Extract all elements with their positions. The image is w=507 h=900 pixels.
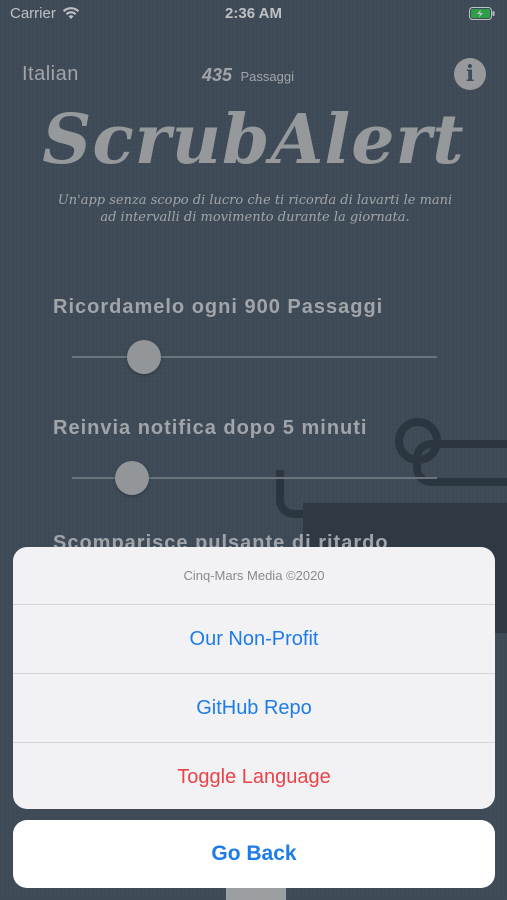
action-sheet: Cinq-Mars Media ©2020 Our Non-Profit Git… xyxy=(13,547,495,809)
toggle-language-button[interactable]: Toggle Language xyxy=(13,743,495,809)
action-sheet-title: Cinq-Mars Media ©2020 xyxy=(13,547,495,605)
go-back-button[interactable]: Go Back xyxy=(13,820,495,888)
github-repo-button[interactable]: GitHub Repo xyxy=(13,674,495,743)
non-profit-button[interactable]: Our Non-Profit xyxy=(13,605,495,674)
